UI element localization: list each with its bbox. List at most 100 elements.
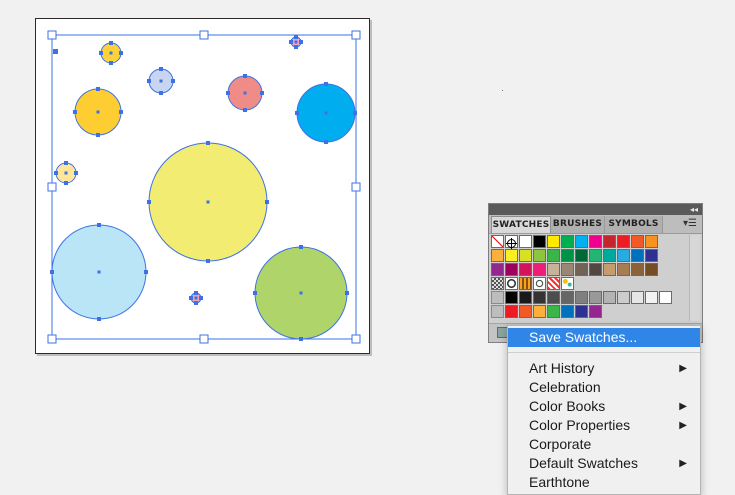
anchor-point[interactable]	[206, 259, 210, 263]
anchor-point[interactable]	[159, 91, 163, 95]
menu-item-celebration[interactable]: Celebration	[508, 378, 700, 397]
bounding-box-handle[interactable]	[351, 334, 361, 344]
color-swatch[interactable]	[603, 291, 616, 304]
anchor-point[interactable]	[109, 61, 113, 65]
color-swatch[interactable]	[631, 291, 644, 304]
color-swatch[interactable]	[561, 291, 574, 304]
anchor-point[interactable]	[99, 51, 103, 55]
anchor-point[interactable]	[299, 40, 303, 44]
color-swatch[interactable]	[617, 291, 630, 304]
anchor-point[interactable]	[353, 111, 357, 115]
color-swatch[interactable]	[575, 305, 588, 318]
anchor-point[interactable]	[194, 291, 198, 295]
color-swatch[interactable]	[617, 235, 630, 248]
anchor-point[interactable]	[119, 110, 123, 114]
artboard[interactable]	[35, 18, 370, 354]
anchor-point[interactable]	[299, 245, 303, 249]
swatches-panel[interactable]: ◂◂ SWATCHES BRUSHES SYMBOLS ▾☰	[488, 203, 703, 343]
color-swatch[interactable]	[603, 263, 616, 276]
anchor-point[interactable]	[64, 161, 68, 165]
pattern-circle-swatch[interactable]	[505, 277, 518, 290]
color-swatch[interactable]	[519, 249, 532, 262]
anchor-point[interactable]	[260, 91, 264, 95]
color-swatch[interactable]	[631, 249, 644, 262]
color-swatch[interactable]	[547, 263, 560, 276]
double-chevron-icon[interactable]: ◂◂	[690, 204, 698, 215]
bounding-box-handle[interactable]	[47, 182, 57, 192]
tab-brushes[interactable]: BRUSHES	[551, 216, 605, 233]
color-swatch[interactable]	[561, 263, 574, 276]
color-swatch[interactable]	[645, 249, 658, 262]
color-swatch[interactable]	[561, 235, 574, 248]
bounding-box-handle[interactable]	[199, 30, 209, 40]
pattern-dots-swatch[interactable]	[547, 277, 560, 290]
folder-icon[interactable]	[491, 305, 504, 318]
anchor-point[interactable]	[171, 79, 175, 83]
color-swatch[interactable]	[505, 249, 518, 262]
color-swatch[interactable]	[533, 235, 546, 248]
color-swatch[interactable]	[533, 305, 546, 318]
color-swatch[interactable]	[617, 249, 630, 262]
bounding-box-handle[interactable]	[199, 334, 209, 344]
anchor-point[interactable]	[64, 181, 68, 185]
anchor-point[interactable]	[294, 45, 298, 49]
anchor-point[interactable]	[226, 91, 230, 95]
anchor-point[interactable]	[119, 51, 123, 55]
menu-item-earthtone[interactable]: Earthtone	[508, 473, 700, 492]
color-swatch[interactable]	[589, 249, 602, 262]
anchor-point[interactable]	[147, 79, 151, 83]
anchor-point[interactable]	[199, 296, 203, 300]
anchor-point[interactable]	[295, 111, 299, 115]
anchor-point[interactable]	[109, 41, 113, 45]
pattern-checker-swatch[interactable]	[491, 277, 504, 290]
color-swatch[interactable]	[519, 305, 532, 318]
anchor-point[interactable]	[97, 223, 101, 227]
panel-scrollbar[interactable]	[689, 235, 700, 321]
none-swatch[interactable]	[491, 235, 504, 248]
color-swatch[interactable]	[631, 263, 644, 276]
anchor-point[interactable]	[194, 301, 198, 305]
anchor-point[interactable]	[53, 49, 58, 54]
pattern-confetti-swatch[interactable]	[561, 277, 574, 290]
anchor-point[interactable]	[96, 87, 100, 91]
color-swatch[interactable]	[491, 249, 504, 262]
color-swatch[interactable]	[533, 291, 546, 304]
anchor-point[interactable]	[144, 270, 148, 274]
color-swatch[interactable]	[575, 263, 588, 276]
tab-swatches[interactable]: SWATCHES	[491, 216, 551, 233]
menu-item-default-swatches[interactable]: Default Swatches ▶	[508, 454, 700, 473]
bounding-box-handle[interactable]	[351, 30, 361, 40]
panel-titlebar[interactable]: ◂◂	[489, 204, 702, 215]
color-swatch[interactable]	[645, 263, 658, 276]
color-swatch[interactable]	[589, 305, 602, 318]
bounding-box-handle[interactable]	[351, 182, 361, 192]
anchor-point[interactable]	[147, 200, 151, 204]
anchor-point[interactable]	[345, 291, 349, 295]
artboard-canvas[interactable]	[36, 19, 369, 353]
anchor-point[interactable]	[206, 141, 210, 145]
anchor-point[interactable]	[243, 108, 247, 112]
color-swatch[interactable]	[589, 291, 602, 304]
folder-icon[interactable]	[491, 291, 504, 304]
menu-item-color-properties[interactable]: Color Properties ▶	[508, 416, 700, 435]
bounding-box-handle[interactable]	[47, 30, 57, 40]
anchor-point[interactable]	[74, 171, 78, 175]
color-swatch[interactable]	[589, 263, 602, 276]
color-swatch[interactable]	[533, 263, 546, 276]
anchor-point[interactable]	[299, 337, 303, 341]
anchor-point[interactable]	[294, 35, 298, 39]
anchor-point[interactable]	[54, 171, 58, 175]
menu-item-art-history[interactable]: Art History ▶	[508, 359, 700, 378]
color-swatch[interactable]	[561, 305, 574, 318]
color-swatch[interactable]	[575, 235, 588, 248]
color-swatch[interactable]	[505, 305, 518, 318]
tab-symbols[interactable]: SYMBOLS	[605, 216, 663, 233]
menu-item-color-books[interactable]: Color Books ▶	[508, 397, 700, 416]
color-swatch[interactable]	[505, 263, 518, 276]
color-swatch[interactable]	[617, 263, 630, 276]
anchor-point[interactable]	[243, 74, 247, 78]
color-swatch[interactable]	[575, 249, 588, 262]
color-swatch[interactable]	[547, 249, 560, 262]
panel-menu-icon[interactable]: ▾☰	[683, 217, 697, 231]
anchor-point[interactable]	[97, 317, 101, 321]
